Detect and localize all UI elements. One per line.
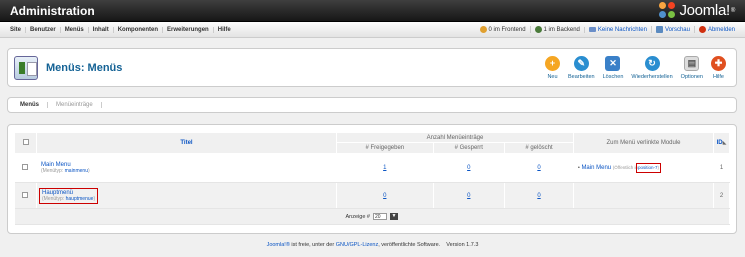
menu-help[interactable]: Hilfe — [214, 27, 235, 33]
deleted-count[interactable]: 0 — [537, 165, 540, 171]
plus-icon: + — [544, 55, 560, 71]
menus-table: Titel Anzahl Menüeinträge Zum Menü verli… — [14, 132, 730, 225]
menu-manager-icon — [14, 55, 38, 80]
col-group-menu-items: Anzahl Menüeinträge — [336, 132, 574, 143]
preview-link[interactable]: Vorschau — [650, 26, 694, 33]
users-icon — [479, 26, 487, 33]
list-limit: Anzeige # 20 ▼ — [345, 213, 398, 220]
header-title: Administration — [10, 3, 95, 18]
sort-desc-icon: ◣ — [722, 140, 727, 146]
menu-extensions[interactable]: Erweiterungen — [163, 26, 214, 33]
module-position: position-7 — [637, 165, 658, 170]
locked-count[interactable]: 0 — [467, 193, 470, 199]
pagination-row: Anzeige # 20 ▼ — [14, 208, 730, 225]
user-icon — [534, 26, 542, 33]
deleted-count[interactable]: 0 — [537, 193, 540, 199]
delete-button[interactable]: ✕ Löschen — [599, 55, 628, 80]
refresh-icon: ↻ — [644, 55, 660, 71]
menu-menus[interactable]: Menüs — [61, 26, 89, 33]
linked-module: • Main Menu (Öffentlich inposition-7) — [573, 153, 714, 183]
menu-site[interactable]: Site — [6, 26, 27, 33]
page-footer: Joomla!® ist freie, unter der GNU/GPL-Li… — [266, 242, 479, 248]
restore-button[interactable]: ↻ Wiederherstellen — [627, 55, 676, 80]
edit-button[interactable]: ✎ Bearbeiten — [564, 55, 599, 80]
main-menubar: Site Benutzer Menüs Inhalt Komponenten E… — [0, 22, 745, 38]
trash-icon: ✕ — [605, 55, 621, 71]
joomla-link[interactable]: Joomla!® — [267, 242, 290, 248]
table-row: Hauptmenü (Menütyp: hauptmenue) 0 0 0 2 — [14, 182, 730, 209]
backend-status: 1 im Backend — [529, 26, 584, 33]
published-count[interactable]: 1 — [383, 165, 386, 171]
col-published: # Freigegeben — [336, 142, 434, 154]
menu-components[interactable]: Komponenten — [114, 26, 164, 33]
pencil-icon: ✎ — [573, 55, 589, 71]
row-id: 2 — [713, 182, 730, 209]
row-checkbox[interactable] — [22, 191, 29, 198]
menu-type: (Menütyp: mainmenu) — [41, 168, 90, 174]
license-link[interactable]: GNU/GPL-Lizenz — [336, 242, 379, 248]
list-limit-select[interactable]: 20 — [372, 213, 387, 220]
lifebuoy-icon: ✚ — [711, 55, 726, 71]
options-icon: ▤ — [684, 55, 700, 71]
admin-header: Administration Joomla! ® — [0, 0, 745, 22]
logout-link[interactable]: Abmelden — [693, 26, 739, 33]
menus-table-box: Titel Anzahl Menüeinträge Zum Menü verli… — [7, 124, 737, 234]
options-button[interactable]: ▤ Optionen — [677, 55, 707, 80]
menu-type: (Menütyp: hauptmenue) — [42, 195, 96, 202]
submenu-box: Menüs Menüeinträge — [7, 97, 737, 113]
menu-users[interactable]: Benutzer — [26, 26, 61, 33]
col-title[interactable]: Titel — [36, 132, 337, 154]
row-checkbox[interactable] — [22, 164, 29, 170]
module-link[interactable]: Main Menu — [581, 165, 611, 171]
col-id[interactable]: ID◣ — [713, 132, 730, 154]
published-count[interactable]: 0 — [383, 193, 386, 199]
tab-menus[interactable]: Menüs — [12, 102, 49, 108]
new-button[interactable]: + Neu — [541, 55, 564, 80]
frontend-status: 0 im Frontend — [476, 26, 530, 33]
mail-icon — [588, 27, 596, 32]
joomla-logo: Joomla! ® — [659, 2, 735, 19]
help-button[interactable]: ✚ Hilfe — [707, 55, 730, 80]
monitor-icon — [655, 26, 663, 33]
toolbar-box: Menüs: Menüs + Neu ✎ Bearbeiten ✕ Lösche… — [7, 48, 737, 87]
col-linked-modules: Zum Menü verlinkte Module — [573, 132, 714, 154]
col-deleted: # gelöscht — [504, 142, 574, 154]
chevron-down-icon[interactable]: ▼ — [389, 213, 398, 220]
joomla-logo-text: Joomla! — [679, 2, 730, 19]
messages-link[interactable]: Keine Nachrichten — [583, 26, 651, 33]
table-row: Main Menu (Menütyp: mainmenu) 1 0 0 • Ma… — [14, 153, 730, 183]
menu-content[interactable]: Inhalt — [89, 26, 114, 33]
select-all-checkbox[interactable] — [22, 139, 29, 145]
tab-menu-items[interactable]: Menüeinträge — [48, 102, 102, 108]
col-locked: # Gesperrt — [432, 142, 506, 154]
logout-icon — [698, 26, 706, 33]
locked-count[interactable]: 0 — [467, 165, 470, 171]
page-title: Menüs: Menüs — [46, 61, 123, 74]
joomla-logo-icon — [659, 2, 676, 19]
select-all-header — [14, 132, 37, 154]
row-id: 1 — [713, 153, 730, 183]
